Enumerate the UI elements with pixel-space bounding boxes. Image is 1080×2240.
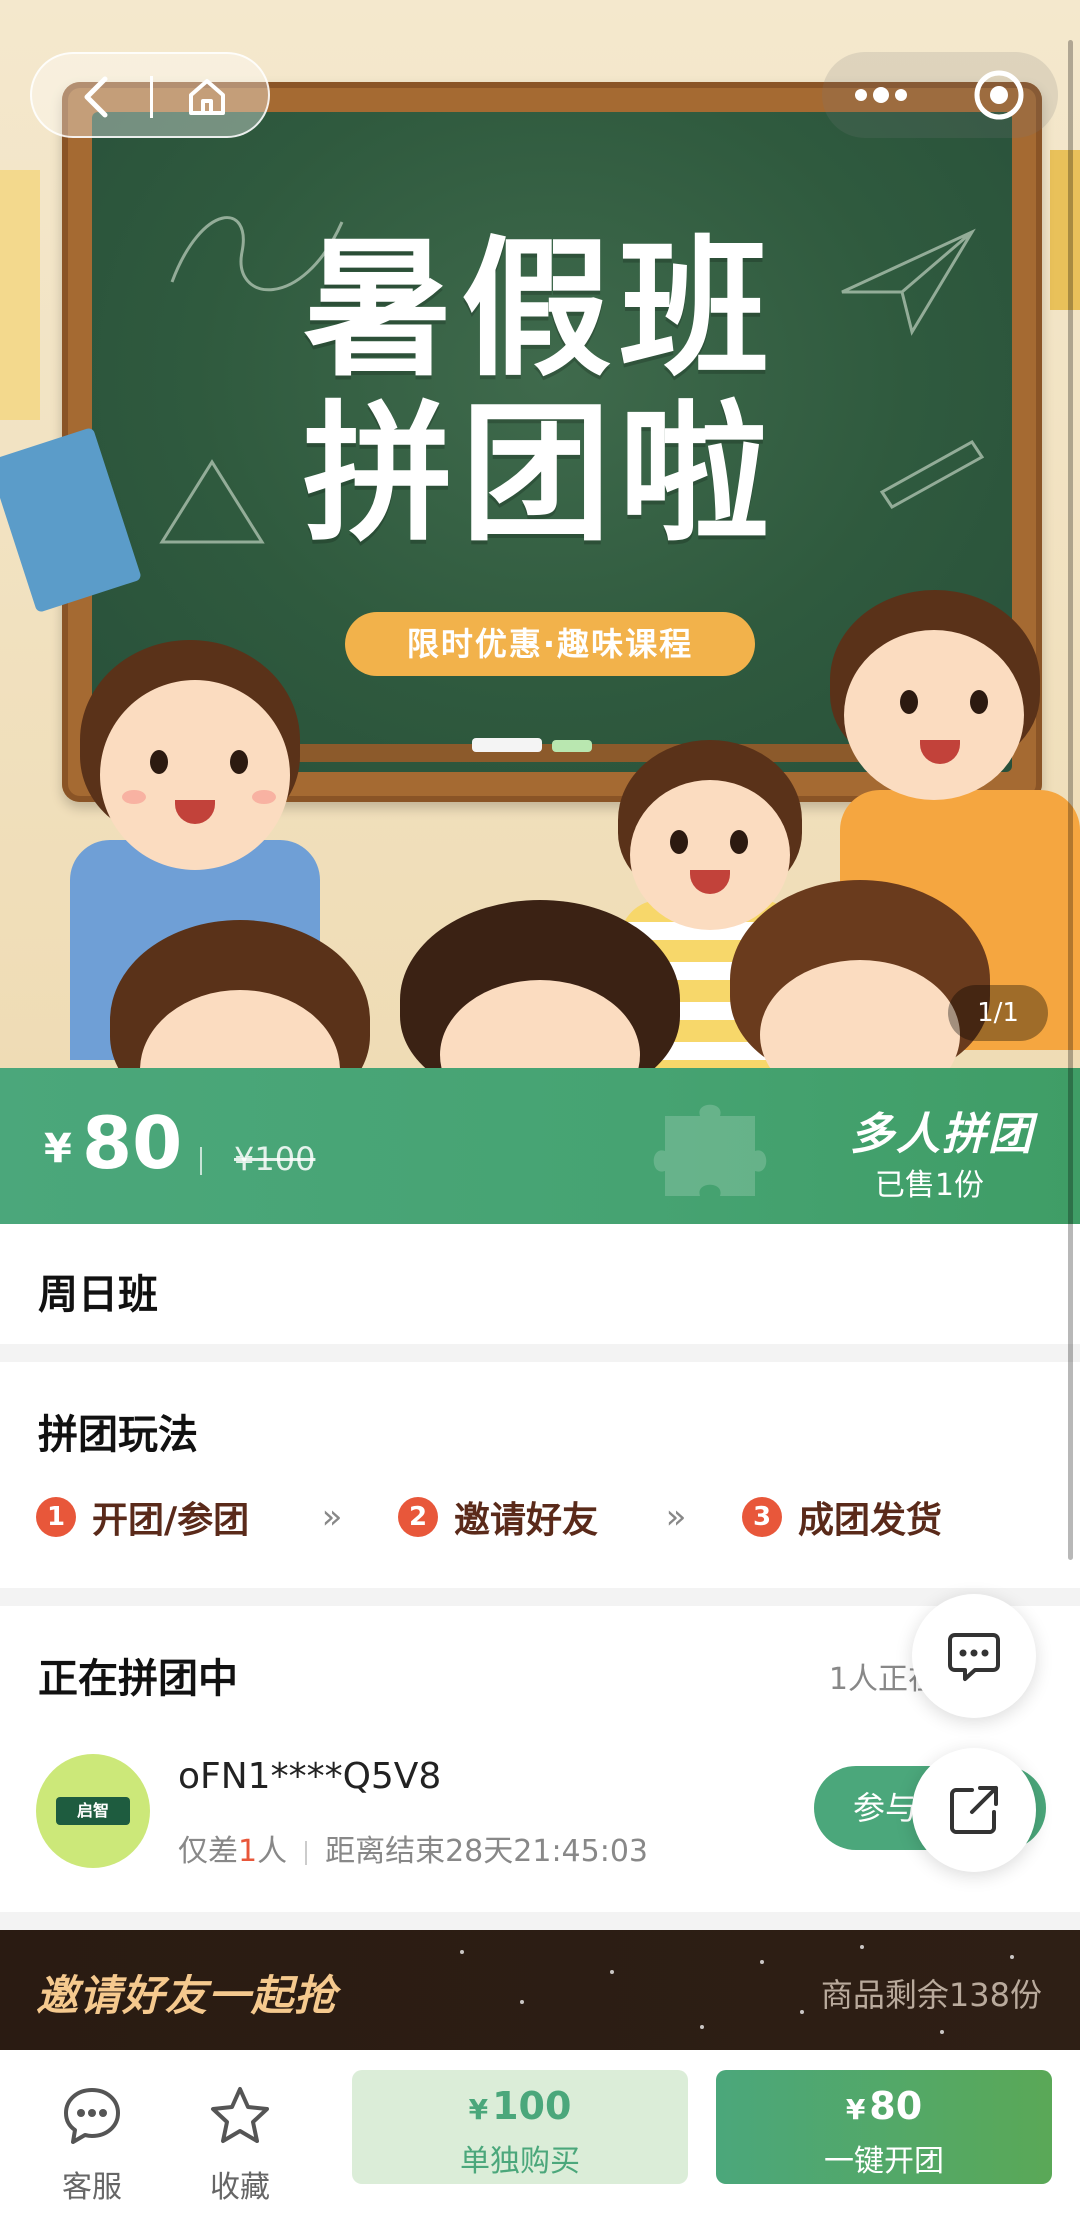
current-price: 80	[82, 1101, 183, 1185]
step-label: 成团发货	[798, 1500, 943, 1541]
need-suffix: 人	[257, 1834, 288, 1869]
single-price: ¥100	[468, 2084, 572, 2128]
step-number: 1	[36, 1497, 76, 1537]
group-price: ¥80	[845, 2084, 923, 2128]
bottom-action-bar: 客服 收藏 ¥100 单独购买 ¥80 一键开团	[0, 2050, 1080, 2240]
group-buy-badge: 多人拼团	[850, 1109, 1034, 1160]
need-count: 1	[238, 1834, 258, 1869]
message-icon	[948, 1633, 1000, 1681]
nav-capsule	[30, 52, 270, 138]
hero-title-line2: 拼团啦	[302, 388, 777, 562]
chalk	[472, 738, 542, 752]
favorite-label: 收藏	[210, 2170, 270, 2205]
share-icon	[950, 1786, 998, 1834]
avatar: 启智	[36, 1754, 150, 1868]
buy-single-button[interactable]: ¥100 单独购买	[352, 2070, 688, 2184]
need-prefix: 仅差	[178, 1834, 238, 1869]
group-rules-card[interactable]: 拼团玩法 1 开团/参团 » 2 邀请好友 » 3 成团发货	[0, 1362, 1080, 1588]
service-label: 客服	[62, 2170, 122, 2205]
kid-illustration	[400, 900, 680, 1068]
original-price: ¥100	[234, 1140, 316, 1178]
group-label: 一键开团	[824, 2144, 944, 2179]
step-arrow-icon: »	[321, 1497, 343, 1537]
miniprogram-capsule	[822, 52, 1058, 138]
price-currency: ¥	[44, 1126, 72, 1172]
step-number: 3	[742, 1497, 782, 1537]
chat-bubble-icon	[64, 2088, 120, 2144]
invite-promo-band: 邀请好友一起抢 商品剩余138份	[0, 1930, 1080, 2050]
member-meta: 仅差1人 距离结束28天21:45:03	[178, 1826, 648, 1870]
chevron-left-icon	[84, 76, 108, 118]
home-button[interactable]	[152, 54, 262, 140]
scrollbar[interactable]	[1068, 40, 1073, 1560]
step-number: 2	[398, 1497, 438, 1537]
product-name: 周日班	[38, 1272, 158, 1318]
favorite-button[interactable]: 收藏	[180, 2070, 300, 2205]
step-delivery: 3 成团发货	[742, 1492, 942, 1542]
price-divider	[200, 1147, 202, 1175]
kid-illustration	[110, 920, 370, 1068]
kid-illustration	[730, 880, 990, 1068]
more-button[interactable]	[822, 52, 940, 138]
home-icon	[189, 79, 225, 115]
price-banner: ¥ 80 ¥100 多人拼团 已售1份	[0, 1068, 1080, 1224]
floating-share-button[interactable]	[912, 1748, 1036, 1872]
qizhi-logo: 启智	[56, 1797, 130, 1825]
close-miniprogram-button[interactable]	[940, 52, 1058, 138]
product-name-card: 周日班	[0, 1224, 1080, 1344]
target-icon	[974, 70, 1024, 120]
hero-title-line1: 暑假班	[302, 223, 777, 397]
customer-service-button[interactable]: 客服	[32, 2070, 152, 2205]
countdown: 距离结束28天21:45:03	[325, 1834, 649, 1869]
meta-divider	[305, 1840, 308, 1865]
chalk	[552, 740, 592, 752]
hero-tagline: 限时优惠·趣味课程	[345, 612, 755, 676]
rules-title: 拼团玩法	[38, 1412, 198, 1458]
single-label: 单独购买	[460, 2144, 580, 2179]
hero-banner-image[interactable]: 暑假班 拼团啦 限时优惠·趣味课程 1/1	[0, 0, 1080, 1068]
step-label: 开团/参团	[92, 1500, 250, 1541]
step-label: 邀请好友	[454, 1500, 599, 1541]
more-dots-icon	[855, 87, 907, 103]
ongoing-title: 正在拼团中	[38, 1656, 238, 1702]
puzzle-icon	[653, 1104, 767, 1196]
member-name: oFN1****Q5V8	[178, 1756, 442, 1797]
step-arrow-icon: »	[665, 1497, 687, 1537]
start-group-button[interactable]: ¥80 一键开团	[716, 2070, 1052, 2184]
star-icon	[211, 2087, 269, 2143]
image-page-indicator: 1/1	[948, 985, 1048, 1041]
back-button[interactable]	[42, 54, 152, 140]
floating-chat-button[interactable]	[912, 1594, 1036, 1718]
step-open-join: 1 开团/参团	[36, 1492, 249, 1542]
step-invite-friends: 2 邀请好友	[398, 1492, 598, 1542]
stock-remaining: 商品剩余138份	[820, 1976, 1042, 2014]
sold-count: 已售1份	[874, 1168, 984, 1203]
promo-title: 邀请好友一起抢	[36, 1971, 338, 2020]
